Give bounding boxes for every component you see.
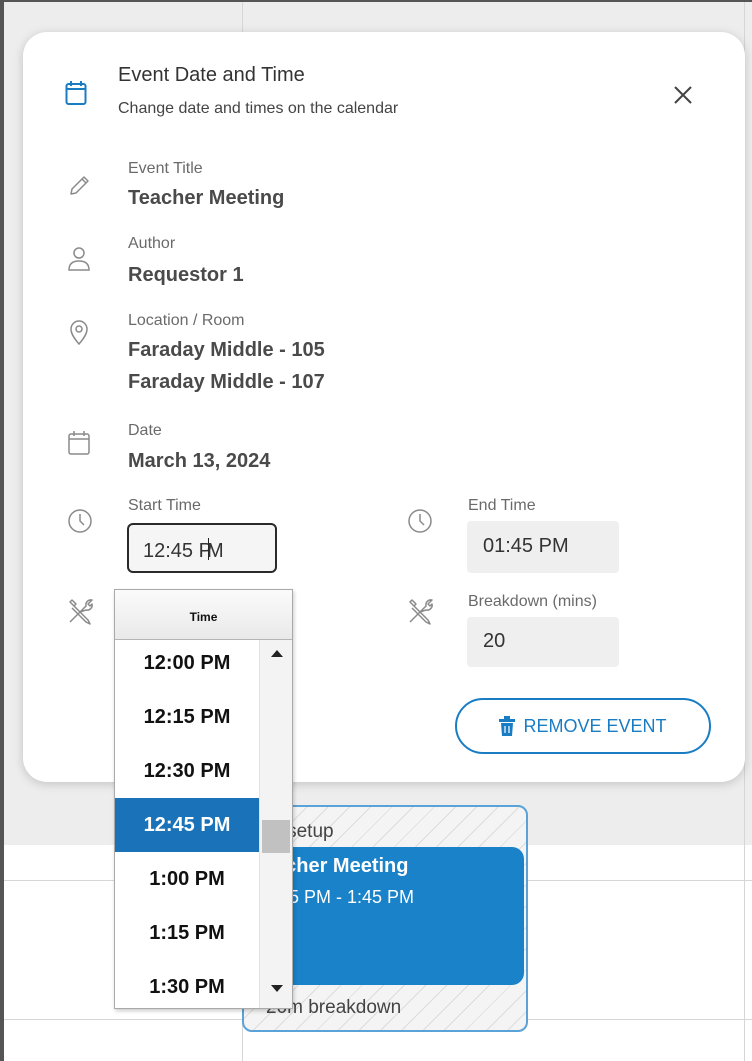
time-option-selected[interactable]: 12:45 PM [115, 798, 259, 852]
start-time-input[interactable]: 12:45 PM [127, 523, 277, 573]
event-title-value: Teacher Meeting [128, 187, 285, 209]
start-time-text: 12:45 P [143, 540, 212, 562]
calendar-icon [65, 81, 87, 105]
user-icon [68, 247, 90, 271]
location-value-2: Faraday Middle - 107 [128, 371, 325, 393]
remove-event-label: REMOVE EVENT [523, 715, 667, 736]
clock-icon [408, 509, 432, 533]
author-value: Requestor 1 [128, 264, 244, 286]
tools-icon [69, 599, 93, 625]
tools-icon [409, 599, 433, 625]
trash-icon [499, 716, 516, 736]
event-block-title: acher Meeting [274, 855, 409, 877]
location-value-1: Faraday Middle - 105 [128, 339, 325, 361]
time-option[interactable]: 1:00 PM [115, 852, 259, 906]
date-label: Date [128, 422, 162, 439]
clock-icon [68, 509, 92, 533]
end-time-label: End Time [468, 497, 536, 514]
scrollbar-thumb[interactable] [262, 820, 290, 853]
end-time-input[interactable]: 01:45 PM [467, 521, 619, 573]
breakdown-input[interactable]: 20 [467, 617, 619, 667]
calendar-icon [68, 431, 90, 455]
modal-title: Event Date and Time [118, 64, 305, 86]
time-option[interactable]: 12:30 PM [115, 744, 259, 798]
time-dropdown-header: Time [115, 590, 292, 640]
time-dropdown[interactable]: Time 12:00 PM 12:15 PM 12:30 PM 12:45 PM… [114, 589, 293, 1009]
remove-event-button[interactable]: REMOVE EVENT [455, 698, 711, 754]
author-label: Author [128, 235, 176, 252]
pencil-icon [70, 176, 89, 195]
time-option[interactable]: 1:30 PM [115, 960, 259, 1008]
date-value: March 13, 2024 [128, 450, 271, 472]
time-option[interactable]: 12:00 PM [115, 640, 259, 690]
time-option[interactable]: 1:15 PM [115, 906, 259, 960]
time-option[interactable]: 12:15 PM [115, 690, 259, 744]
start-time-text-end: M [206, 540, 224, 562]
event-block-time: :45 PM - 1:45 PM [274, 887, 415, 907]
event-title-label: Event Title [128, 160, 203, 177]
start-time-label: Start Time [128, 497, 201, 514]
location-pin-icon [70, 320, 88, 346]
modal-subtitle: Change date and times on the calendar [118, 100, 399, 117]
scroll-down-icon[interactable] [271, 985, 283, 992]
time-option-list[interactable]: 12:00 PM 12:15 PM 12:30 PM 12:45 PM 1:00… [115, 640, 259, 1008]
location-label: Location / Room [128, 312, 245, 329]
scroll-up-icon[interactable] [271, 650, 283, 657]
time-dropdown-scrollbar[interactable] [259, 640, 292, 1008]
breakdown-label: Breakdown (mins) [468, 593, 597, 610]
close-icon[interactable] [668, 80, 698, 110]
